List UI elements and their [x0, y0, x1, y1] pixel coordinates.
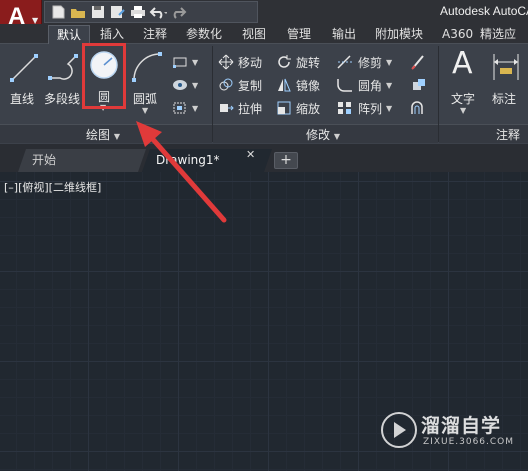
quick-access-toolbar	[44, 1, 258, 23]
arc-icon	[132, 52, 162, 82]
stretch-tool-button[interactable]: 拉伸	[218, 97, 262, 119]
arc-label: 圆弧	[133, 92, 158, 106]
scale-label: 缩放	[296, 101, 321, 116]
chevron-down-icon[interactable]: ▼	[386, 104, 392, 113]
dimension-icon	[493, 54, 519, 80]
mirror-tool-button[interactable]: 镜像	[276, 74, 320, 96]
watermark: 溜溜自学 ZIXUE.3066.COM	[377, 405, 528, 455]
rectangle-tool-button[interactable]: ▼	[172, 51, 198, 73]
copy-label: 复制	[238, 78, 263, 93]
explode-tool-button[interactable]	[410, 74, 428, 96]
mirror-label: 镜像	[296, 78, 321, 93]
boundary-icon	[173, 102, 186, 114]
offset-tool-button[interactable]	[410, 97, 428, 119]
erase-tool-button[interactable]	[410, 51, 428, 73]
new-tab-button[interactable]: +	[274, 152, 298, 169]
tab-view[interactable]: 视图	[240, 25, 268, 44]
tab-annotate[interactable]: 注释	[141, 25, 169, 44]
open-folder-icon[interactable]	[69, 4, 87, 20]
copy-icon	[219, 78, 233, 91]
fillet-icon	[337, 79, 352, 92]
watermark-title: 溜溜自学	[421, 415, 502, 437]
print-icon[interactable]	[129, 4, 147, 20]
tab-output[interactable]: 输出	[330, 25, 358, 44]
redo-icon[interactable]	[169, 4, 187, 20]
panel-divider	[438, 46, 439, 142]
chevron-down-icon[interactable]: ▼	[386, 58, 392, 67]
chevron-down-icon[interactable]: ▼	[386, 81, 392, 90]
scale-tool-button[interactable]: 缩放	[276, 97, 320, 119]
panel-divider	[212, 46, 213, 142]
draw-panel-title[interactable]: 绘图 ▼	[86, 126, 120, 143]
watermark-url: ZIXUE.3066.COM	[423, 437, 515, 447]
trim-tool-button[interactable]: 修剪 ▼	[336, 51, 392, 73]
chevron-down-icon: ▼	[333, 132, 340, 141]
tab-manage[interactable]: 管理	[285, 25, 313, 44]
chevron-down-icon[interactable]: ▼	[460, 106, 466, 115]
tab-a360[interactable]: A360	[440, 25, 475, 44]
file-tab-bar: 开始 Drawing1* ✕ +	[0, 144, 528, 172]
hatch-icon	[173, 80, 187, 90]
scale-icon	[277, 101, 291, 115]
array-icon	[338, 102, 351, 114]
line-icon	[10, 54, 38, 82]
chevron-down-icon[interactable]: ▼	[192, 58, 198, 67]
ribbon-tab-bar: 默认 插入 注释 参数化 视图 管理 输出 附加模块 A360 精选应用	[0, 24, 528, 60]
chevron-down-icon: ▼	[113, 132, 120, 141]
tab-start[interactable]: 开始	[18, 149, 146, 172]
save-icon[interactable]	[89, 4, 107, 20]
new-file-icon[interactable]	[49, 4, 67, 20]
tab-addins[interactable]: 附加模块	[373, 25, 425, 44]
stretch-icon	[220, 104, 234, 112]
tab-parametric[interactable]: 参数化	[184, 25, 224, 44]
polyline-icon	[48, 54, 78, 80]
polyline-label: 多段线	[44, 92, 81, 106]
text-label: 文字	[451, 92, 476, 106]
trim-icon	[337, 55, 352, 69]
rotate-icon	[278, 55, 291, 68]
close-icon[interactable]: ✕	[246, 148, 255, 161]
save-as-icon[interactable]	[109, 4, 127, 20]
chevron-down-icon[interactable]: ▼	[192, 104, 198, 113]
modify-panel-title[interactable]: 修改 ▼	[306, 126, 340, 143]
rectangle-icon	[173, 57, 187, 68]
annotation-panel-title[interactable]: 注释	[496, 126, 520, 143]
array-tool-button[interactable]: 阵列 ▼	[336, 97, 392, 119]
array-label: 阵列	[358, 101, 383, 116]
watermark-logo-icon	[381, 412, 417, 448]
copy-tool-button[interactable]: 复制	[218, 74, 262, 96]
tab-insert[interactable]: 插入	[98, 25, 126, 44]
app-title: Autodesk AutoCAD	[440, 4, 528, 18]
viewport-controls[interactable]: [–][俯视][二维线框]	[4, 179, 101, 195]
move-label: 移动	[238, 55, 263, 70]
fillet-label: 圆角	[358, 78, 383, 93]
circle-tool-highlight	[82, 43, 126, 109]
mirror-icon	[278, 78, 291, 92]
tab-default[interactable]: 默认	[48, 25, 91, 44]
chevron-down-icon[interactable]: ▼	[192, 81, 198, 90]
offset-icon	[411, 101, 423, 114]
erase-icon	[411, 55, 424, 70]
rotate-tool-button[interactable]: 旋转	[276, 51, 320, 73]
undo-icon[interactable]	[149, 4, 167, 20]
fillet-tool-button[interactable]: 圆角 ▼	[336, 74, 392, 96]
trim-label: 修剪	[358, 55, 383, 70]
title-bar: Autodesk AutoCAD	[0, 0, 528, 24]
line-label: 直线	[10, 92, 35, 106]
explode-icon	[413, 79, 425, 90]
boundary-tool-button[interactable]: ▼	[172, 97, 198, 119]
chevron-down-icon[interactable]: ▼	[142, 106, 148, 115]
rotate-label: 旋转	[296, 55, 321, 70]
text-icon: A	[452, 46, 473, 81]
hatch-tool-button[interactable]: ▼	[172, 74, 198, 96]
move-icon	[218, 54, 234, 70]
move-tool-button[interactable]: 移动	[218, 51, 262, 73]
stretch-label: 拉伸	[238, 101, 263, 116]
dimension-label: 标注	[492, 92, 517, 106]
tab-featured-apps[interactable]: 精选应用	[478, 25, 528, 60]
